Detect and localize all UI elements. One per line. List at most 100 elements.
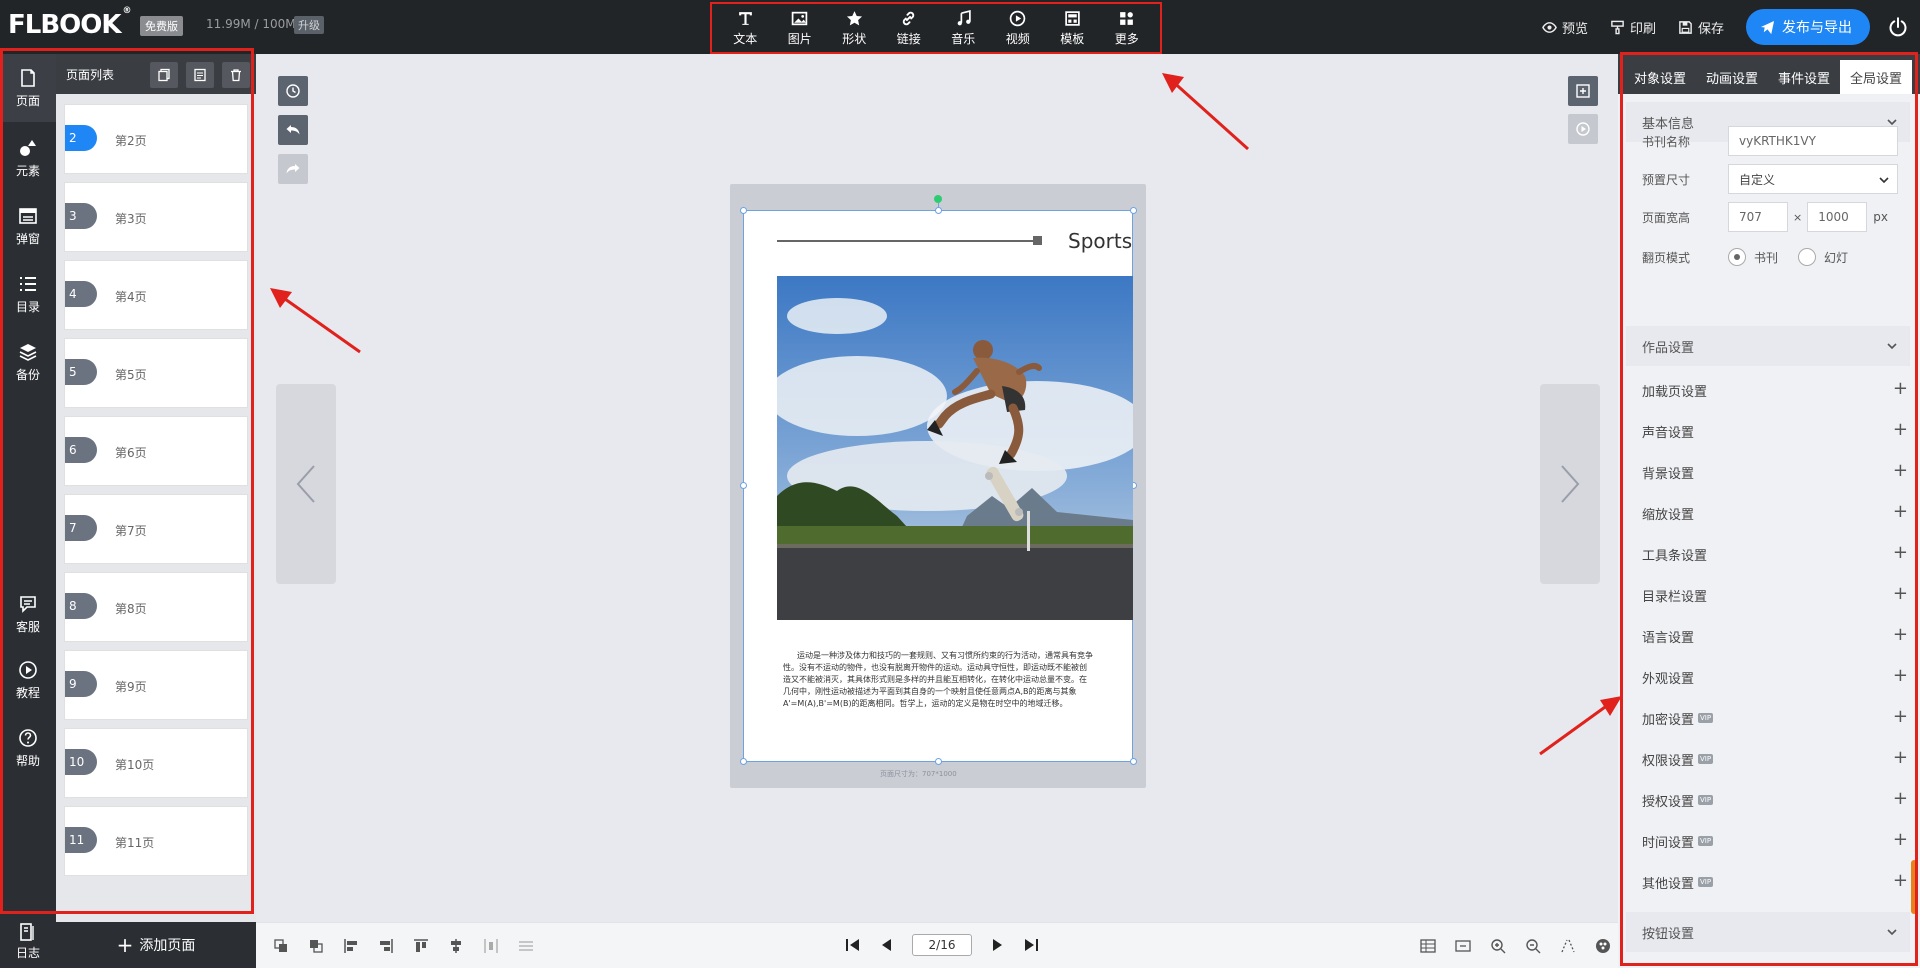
resize-handle-se[interactable] [1130, 758, 1137, 765]
page-thumbnail[interactable]: 4 第4页 [64, 260, 248, 330]
resize-handle-w[interactable] [740, 482, 747, 489]
align-left-icon[interactable] [342, 937, 360, 955]
plus-icon[interactable]: + [1893, 544, 1908, 562]
tool-music[interactable]: 音乐 [938, 9, 988, 47]
plus-icon[interactable]: + [1893, 708, 1908, 726]
send-to-back-icon[interactable] [307, 937, 325, 955]
tool-text[interactable]: 文本 [720, 10, 770, 47]
mode-slide-label[interactable]: 幻灯 [1824, 249, 1848, 266]
resize-handle-sw[interactable] [740, 758, 747, 765]
next-page-icon[interactable] [988, 936, 1006, 954]
setting-row[interactable]: 目录栏设置 + [1642, 585, 1908, 605]
resize-handle-nw[interactable] [740, 207, 747, 214]
plus-icon[interactable]: + [1893, 585, 1908, 603]
nav-log[interactable]: 日志 [0, 914, 56, 968]
plus-icon[interactable]: + [1893, 790, 1908, 808]
plus-icon[interactable]: + [1893, 462, 1908, 480]
add-layer-button[interactable] [1568, 76, 1598, 106]
page-thumbnail[interactable]: 10 第10页 [64, 728, 248, 798]
redo-button[interactable] [278, 154, 308, 184]
mode-book-radio[interactable] [1728, 248, 1746, 266]
nav-help[interactable]: 帮助 [0, 714, 56, 782]
print-button[interactable]: 印刷 [1610, 18, 1656, 37]
plus-icon[interactable]: + [1893, 872, 1908, 890]
resize-handle-n[interactable] [935, 207, 942, 214]
play-button[interactable] [1568, 114, 1598, 144]
setting-row[interactable]: 授权设置 VIP + [1642, 790, 1908, 810]
delete-page-button[interactable] [222, 62, 250, 88]
add-page-button[interactable]: + 添加页面 [56, 922, 256, 968]
page-thumbnail[interactable]: 11 第11页 [64, 806, 248, 876]
tool-shape[interactable]: 形状 [829, 10, 879, 47]
last-page-icon[interactable] [1022, 936, 1040, 954]
zoom-in-icon[interactable] [1489, 937, 1507, 955]
fit-page-icon[interactable] [1454, 937, 1472, 955]
page-thumbnail[interactable]: 9 第9页 [64, 650, 248, 720]
settings-scrollbar[interactable] [1911, 860, 1917, 914]
page-width-input[interactable]: 707 [1728, 202, 1788, 232]
guides-icon[interactable] [1559, 937, 1577, 955]
work-settings-header[interactable]: 作品设置 [1626, 326, 1910, 366]
tab-global-settings[interactable]: 全局设置 [1840, 60, 1913, 94]
nav-elements[interactable]: 元素 [0, 124, 56, 192]
nav-toc[interactable]: 目录 [0, 260, 56, 328]
plus-icon[interactable]: + [1893, 667, 1908, 685]
copy-page-button[interactable] [150, 62, 178, 88]
align-right-icon[interactable] [377, 937, 395, 955]
nav-tutorial[interactable]: 教程 [0, 646, 56, 714]
setting-row[interactable]: 语言设置 + [1642, 626, 1908, 646]
align-center-icon[interactable] [447, 937, 465, 955]
tab-event-settings[interactable]: 事件设置 [1768, 60, 1840, 94]
publish-button[interactable]: 发布与导出 [1746, 9, 1870, 45]
zoom-out-icon[interactable] [1524, 937, 1542, 955]
tool-image[interactable]: 图片 [775, 10, 825, 47]
plus-icon[interactable]: + [1893, 749, 1908, 767]
tab-object-settings[interactable]: 对象设置 [1624, 60, 1696, 94]
page-thumbnail[interactable]: 3 第3页 [64, 182, 248, 252]
nav-pages[interactable]: 页面 [0, 54, 56, 122]
setting-row[interactable]: 权限设置 VIP + [1642, 749, 1908, 769]
plus-icon[interactable]: + [1893, 831, 1908, 849]
power-icon[interactable] [1888, 17, 1908, 37]
setting-row[interactable]: 工具条设置 + [1642, 544, 1908, 564]
setting-row[interactable]: 缩放设置 + [1642, 503, 1908, 523]
duplicate-page-button[interactable] [186, 62, 214, 88]
first-page-icon[interactable] [844, 936, 862, 954]
plus-icon[interactable]: + [1893, 421, 1908, 439]
tool-more[interactable]: 更多 [1102, 10, 1152, 47]
resize-handle-ne[interactable] [1130, 207, 1137, 214]
setting-row[interactable]: 声音设置 + [1642, 421, 1908, 441]
page-height-input[interactable]: 1000 [1807, 202, 1868, 232]
preview-button[interactable]: 预览 [1542, 18, 1588, 37]
tool-template[interactable]: 模板 [1047, 10, 1097, 47]
plus-icon[interactable]: + [1893, 626, 1908, 644]
plus-icon[interactable]: + [1893, 380, 1908, 398]
distribute-vertical-icon[interactable] [517, 937, 535, 955]
page-thumbnail[interactable]: 5 第5页 [64, 338, 248, 408]
upgrade-button[interactable]: 升级 [294, 16, 324, 34]
distribute-horizontal-icon[interactable] [482, 937, 500, 955]
rotate-handle[interactable] [934, 195, 942, 203]
preset-size-select[interactable]: 自定义 [1728, 164, 1898, 194]
setting-row[interactable]: 其他设置 VIP + [1642, 872, 1908, 892]
tool-link[interactable]: 链接 [884, 10, 934, 47]
prev-page-arrow[interactable] [276, 384, 336, 584]
bring-to-front-icon[interactable] [272, 937, 290, 955]
page-thumbnail[interactable]: 6 第6页 [64, 416, 248, 486]
sports-photo[interactable] [777, 276, 1133, 620]
page-body-text[interactable]: 运动是一种涉及体力和技巧的一套规则、又有习惯所约束的行为活动，通常具有竞争性。没… [783, 650, 1093, 710]
plus-icon[interactable]: + [1893, 503, 1908, 521]
mode-book-label[interactable]: 书刊 [1754, 249, 1778, 266]
tab-animation-settings[interactable]: 动画设置 [1696, 60, 1768, 94]
nav-backup[interactable]: 备份 [0, 328, 56, 396]
align-top-icon[interactable] [412, 937, 430, 955]
button-settings-header[interactable]: 按钮设置 [1626, 912, 1910, 952]
history-button[interactable] [278, 76, 308, 106]
page-thumbnail[interactable]: 2 第2页 [64, 104, 248, 174]
save-button[interactable]: 保存 [1678, 18, 1724, 37]
resize-handle-s[interactable] [935, 758, 942, 765]
book-name-input[interactable]: vyKRTHK1VY [1728, 126, 1898, 156]
page-heading[interactable]: Sports [1068, 229, 1132, 253]
setting-row[interactable]: 加密设置 VIP + [1642, 708, 1908, 728]
grid-view-icon[interactable] [1419, 937, 1437, 955]
